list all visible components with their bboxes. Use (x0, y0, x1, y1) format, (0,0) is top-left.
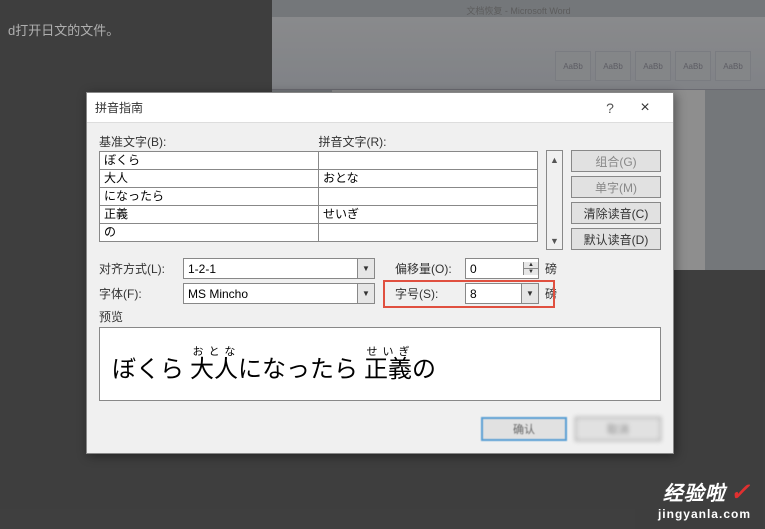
mono-button[interactable]: 单字(M) (571, 176, 661, 198)
base-cell[interactable]: 大人 (99, 169, 319, 188)
ruby-cell[interactable]: せいぎ (318, 205, 538, 224)
preview-box: ぼくら 大人おとなになったら 正義せいぎの (99, 327, 661, 401)
watermark-title: 经验啦 (663, 483, 726, 505)
size-unit: 磅 (543, 285, 559, 302)
base-cell[interactable]: の (99, 223, 319, 242)
dialog-titlebar: 拼音指南 ? × (87, 93, 673, 123)
size-value: 8 (466, 287, 521, 301)
ruby-cell[interactable] (318, 223, 538, 242)
phonetic-guide-dialog: 拼音指南 ? × 基准文字(B): 拼音文字(R): ぼくら 大人 おとな にな (86, 92, 674, 454)
scroll-track[interactable] (547, 168, 562, 232)
chevron-down-icon[interactable]: ▼ (357, 284, 374, 303)
size-label: 字号(S): (395, 285, 461, 302)
checkmark-icon: ✓ (730, 479, 751, 506)
preview-label: 预览 (99, 308, 661, 325)
cancel-button[interactable]: 取消 (575, 417, 661, 441)
dialog-title: 拼音指南 (95, 99, 595, 116)
base-cell[interactable]: 正義 (99, 205, 319, 224)
ruby-text-label: 拼音文字(R): (319, 133, 539, 150)
align-value: 1-2-1 (184, 262, 357, 276)
scroll-down-icon[interactable]: ▼ (547, 232, 562, 249)
base-cell[interactable]: になったら (99, 187, 319, 206)
table-row: ぼくら (99, 152, 538, 170)
ruby-cell[interactable] (318, 151, 538, 170)
spinner-up-icon[interactable]: ▲ (524, 262, 538, 269)
table-row: になったら (99, 188, 538, 206)
size-select[interactable]: 8 ▼ (465, 283, 539, 304)
align-select[interactable]: 1-2-1 ▼ (183, 258, 375, 279)
chevron-down-icon[interactable]: ▼ (521, 284, 538, 303)
chevron-down-icon[interactable]: ▼ (357, 259, 374, 278)
group-button[interactable]: 组合(G) (571, 150, 661, 172)
base-cell[interactable]: ぼくら (99, 151, 319, 170)
table-row: 大人 おとな (99, 170, 538, 188)
font-select[interactable]: MS Mincho ▼ (183, 283, 375, 304)
align-label: 对齐方式(L): (99, 260, 179, 277)
offset-spinner[interactable]: 0 ▲ ▼ (465, 258, 539, 279)
ruby-cell[interactable] (318, 187, 538, 206)
preview-text: ぼくら 大人おとなになったら 正義せいぎの (112, 346, 436, 382)
watermark: 经验啦✓ jingyanla.com (658, 477, 751, 521)
table-row: 正義 せいぎ (99, 206, 538, 224)
close-button[interactable]: × (625, 99, 665, 117)
table-scrollbar[interactable]: ▲ ▼ (546, 150, 563, 250)
offset-unit: 磅 (543, 260, 559, 277)
watermark-url: jingyanla.com (658, 507, 751, 521)
scroll-up-icon[interactable]: ▲ (547, 151, 562, 168)
offset-value: 0 (466, 262, 523, 276)
spinner-down-icon[interactable]: ▼ (524, 269, 538, 275)
ok-button[interactable]: 确认 (481, 417, 567, 441)
offset-label: 偏移量(O): (395, 260, 461, 277)
help-button[interactable]: ? (595, 100, 625, 116)
base-text-label: 基准文字(B): (99, 133, 319, 150)
font-value: MS Mincho (184, 287, 357, 301)
default-reading-button[interactable]: 默认读音(D) (571, 228, 661, 250)
font-label: 字体(F): (99, 285, 179, 302)
clear-reading-button[interactable]: 清除读音(C) (571, 202, 661, 224)
ruby-cell[interactable]: おとな (318, 169, 538, 188)
table-row: の (99, 224, 538, 242)
